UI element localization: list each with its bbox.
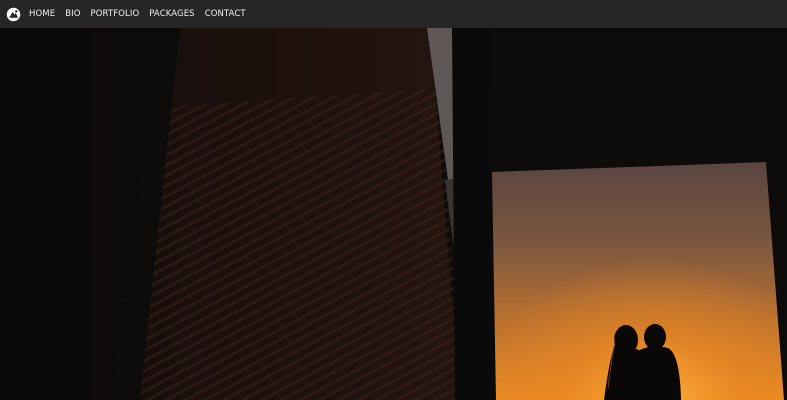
nav-packages-link[interactable]: PACKAGES bbox=[149, 9, 194, 19]
hero-photo bbox=[0, 28, 787, 400]
nav-bio-link[interactable]: BIO bbox=[65, 9, 80, 19]
nav-home-link[interactable]: HOME bbox=[29, 9, 55, 19]
page: HOME BIO PORTFOLIO PACKAGES CONTACT bbox=[0, 0, 787, 400]
nav-portfolio-link[interactable]: PORTFOLIO bbox=[91, 9, 140, 19]
camera-logo-icon[interactable] bbox=[5, 6, 21, 22]
nav-contact-link[interactable]: CONTACT bbox=[205, 9, 246, 19]
sunset-couple-silhouette-photo bbox=[0, 28, 787, 400]
top-navbar: HOME BIO PORTFOLIO PACKAGES CONTACT bbox=[0, 0, 787, 28]
